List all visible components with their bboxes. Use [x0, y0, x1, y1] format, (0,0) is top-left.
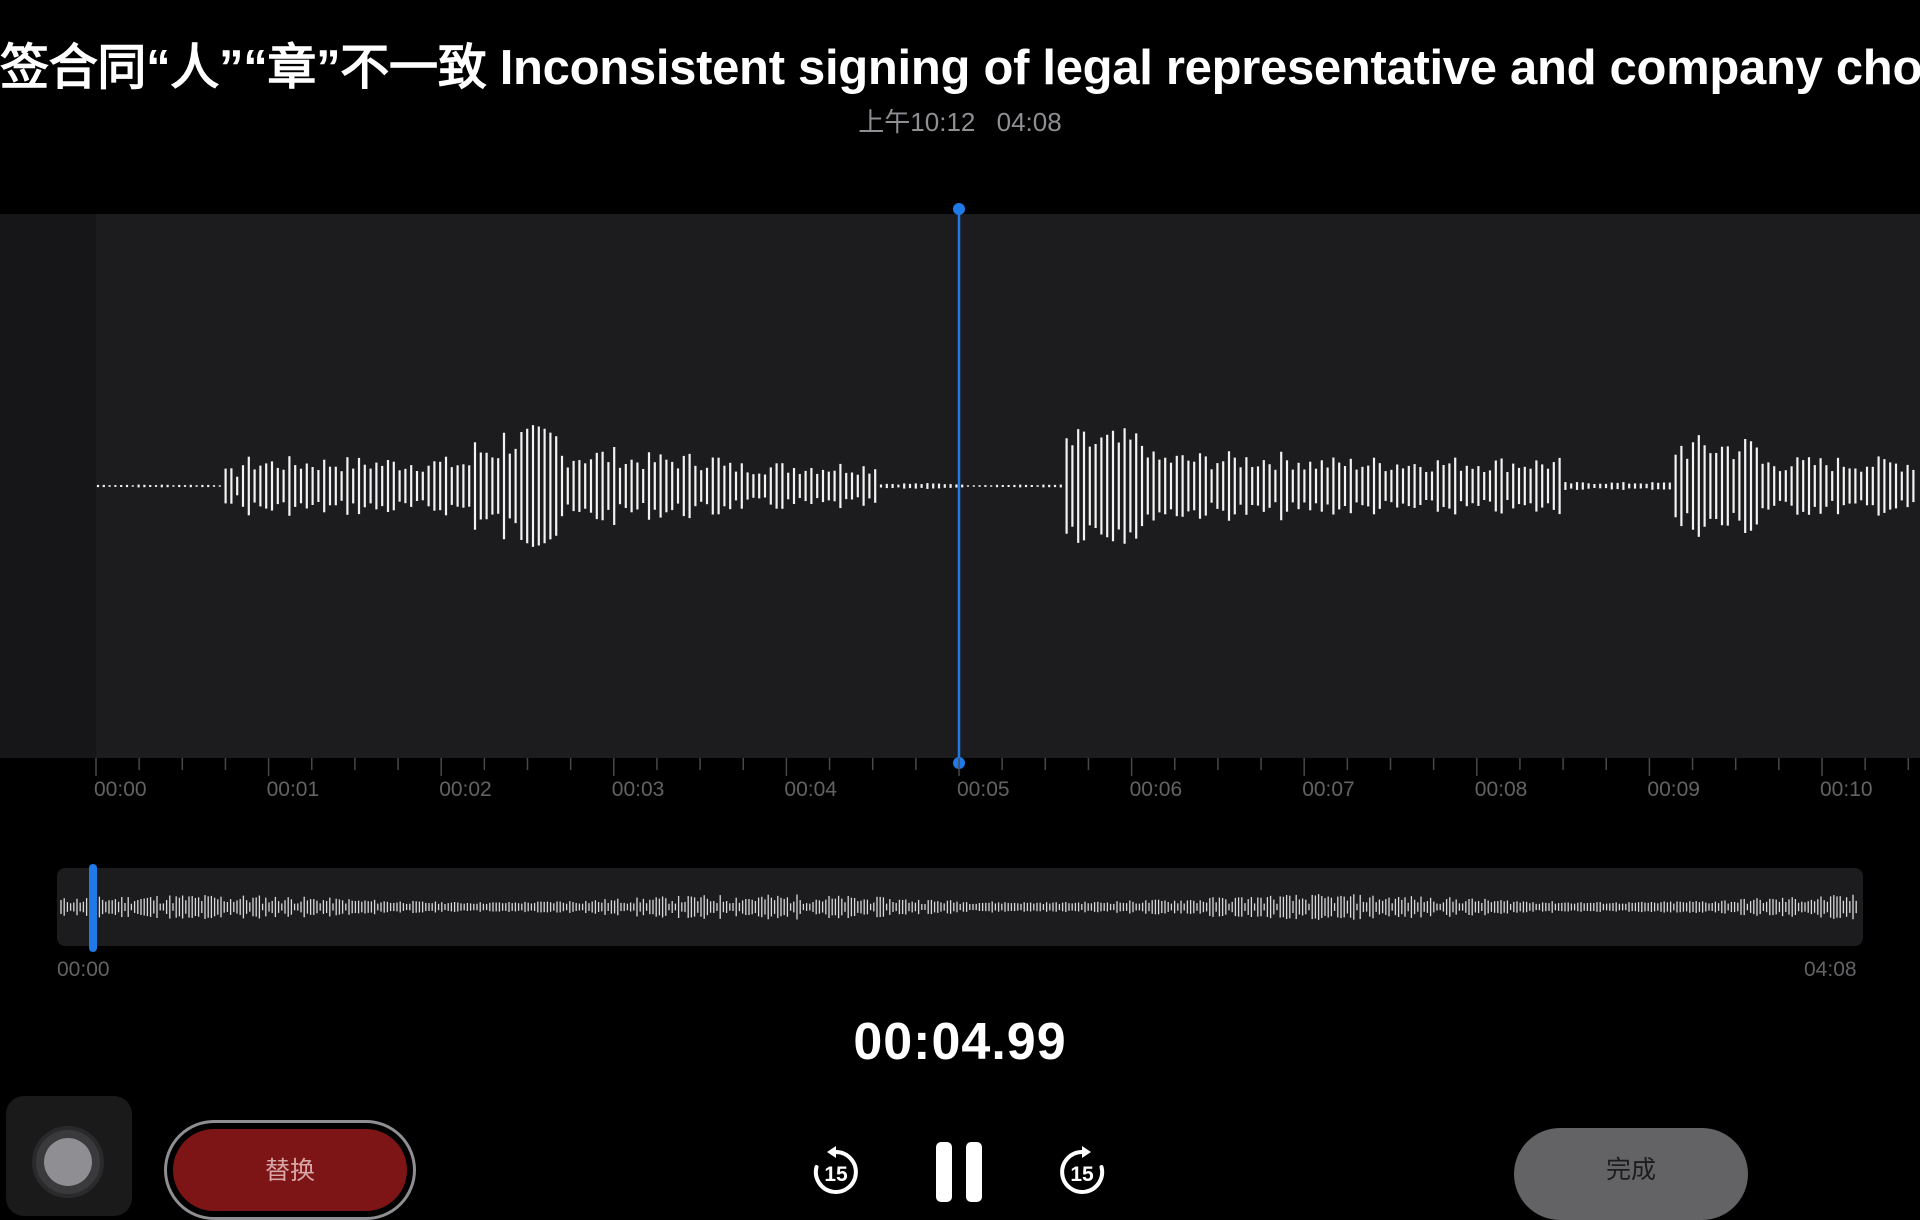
overview-waveform — [60, 894, 1857, 920]
ruler-ticks — [95, 758, 1910, 776]
done-button[interactable]: 完成 — [1514, 1128, 1748, 1220]
ruler-tick-label: 00:04 — [784, 778, 837, 801]
skip-back-label: 15 — [824, 1163, 848, 1186]
ruler-tick-label: 00:02 — [439, 778, 492, 801]
time-ruler: 00:00 00:01 00:02 00:03 00:04 00:05 00:06 00:07… — [0, 758, 1920, 808]
recording-title[interactable]: 签合同“人”“章”不一致 Inconsistent signing of leg… — [0, 28, 1920, 99]
overview-end-time: 04:08 — [1804, 958, 1857, 981]
replace-button-label: 替换 — [173, 1129, 407, 1211]
recording-meta: 上午10:12 04:08 — [0, 102, 1920, 139]
ruler-tick-label: 00:06 — [1129, 778, 1183, 801]
playhead-top-knob[interactable] — [953, 203, 965, 215]
ruler-tick-label: 00:09 — [1647, 778, 1700, 801]
overview-start-time: 00:00 — [57, 958, 110, 981]
ruler-tick-label: 00:05 — [957, 778, 1010, 801]
skip-back-15-icon[interactable]: 15 — [808, 1144, 864, 1200]
overview-scrubber[interactable] — [57, 868, 1863, 946]
skip-forward-15-icon[interactable]: 15 — [1054, 1144, 1110, 1200]
ruler-tick-label: 00:07 — [1302, 778, 1355, 801]
skip-forward-label: 15 — [1070, 1163, 1094, 1186]
overview-handle-bar[interactable] — [89, 864, 98, 952]
ruler-tick-label: 00:10 — [1820, 778, 1873, 801]
pause-icon[interactable] — [934, 1140, 984, 1204]
ruler-tick-label: 00:03 — [611, 778, 665, 801]
recorded-time: 上午10:12 — [858, 107, 976, 137]
recording-duration: 04:08 — [996, 107, 1062, 137]
overview-position-handle[interactable] — [87, 864, 99, 952]
replace-button[interactable]: 替换 — [164, 1120, 416, 1220]
ruler-tick-label: 00:00 — [94, 778, 147, 801]
ruler-tick-label: 00:08 — [1474, 778, 1528, 801]
ruler-tick-label: 00:01 — [266, 778, 320, 801]
record-icon[interactable] — [32, 1126, 104, 1198]
playhead[interactable] — [950, 200, 970, 772]
current-time: 00:04.99 — [853, 1013, 1067, 1071]
